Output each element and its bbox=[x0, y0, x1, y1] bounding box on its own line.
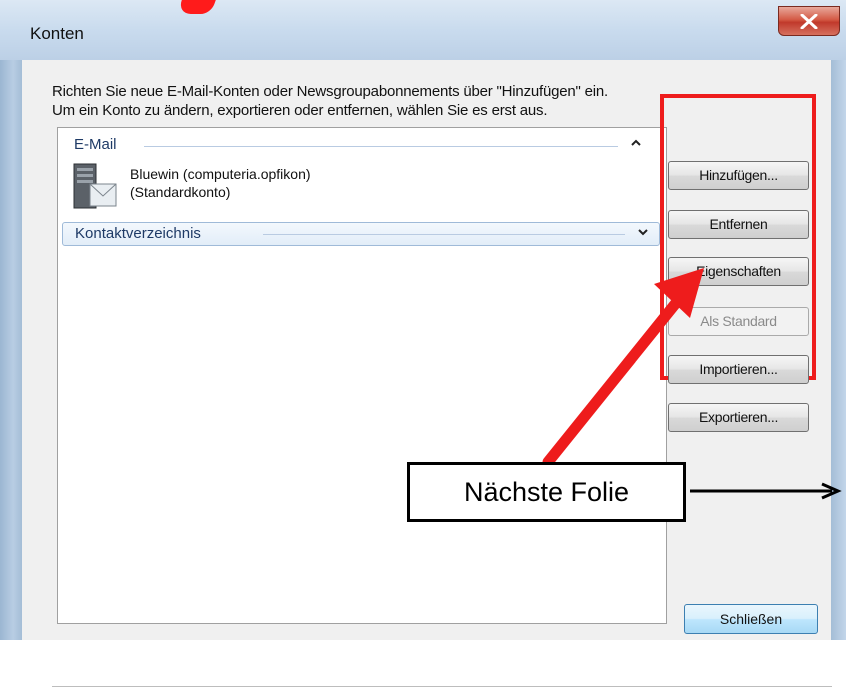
title-bar: Konten bbox=[0, 0, 846, 60]
import-button[interactable]: Importieren... bbox=[668, 355, 809, 384]
properties-button[interactable]: Eigenschaften bbox=[668, 257, 809, 286]
group-header-contacts[interactable]: Kontaktverzeichnis bbox=[62, 222, 660, 246]
chevron-up-icon[interactable] bbox=[630, 137, 642, 149]
group-divider bbox=[144, 146, 618, 147]
group-divider bbox=[263, 234, 625, 235]
set-default-button[interactable]: Als Standard bbox=[668, 307, 809, 336]
intro-line-2: Um ein Konto zu ändern, exportieren oder… bbox=[52, 102, 548, 119]
account-name: Bluewin (computeria.opfikon) bbox=[130, 166, 311, 182]
accounts-list[interactable]: E-Mail Bluewin (computeria.opfikon) (Sta… bbox=[57, 127, 667, 624]
group-label-contacts: Kontaktverzeichnis bbox=[75, 225, 201, 242]
window-frame-left bbox=[0, 0, 22, 640]
chevron-down-icon[interactable] bbox=[637, 226, 649, 238]
group-header-email[interactable]: E-Mail bbox=[74, 136, 654, 156]
callout-next-slide: Nächste Folie bbox=[407, 462, 686, 522]
window-frame-right bbox=[831, 0, 846, 640]
close-x-icon bbox=[800, 14, 818, 29]
add-button[interactable]: Hinzufügen... bbox=[668, 161, 809, 190]
close-dialog-button[interactable]: Schließen bbox=[684, 604, 818, 634]
mail-server-icon bbox=[73, 163, 117, 209]
window-title: Konten bbox=[30, 24, 84, 43]
account-default-note: (Standardkonto) bbox=[130, 184, 231, 200]
remove-button[interactable]: Entfernen bbox=[668, 210, 809, 239]
export-button[interactable]: Exportieren... bbox=[668, 403, 809, 432]
account-item-bluewin[interactable]: Bluewin (computeria.opfikon) (Standardko… bbox=[72, 162, 452, 214]
group-label-email: E-Mail bbox=[74, 136, 123, 153]
window-close-button[interactable] bbox=[778, 6, 840, 36]
intro-line-1: Richten Sie neue E-Mail-Konten oder News… bbox=[52, 83, 609, 100]
intro-text: Richten Sie neue E-Mail-Konten oder News… bbox=[52, 82, 608, 120]
